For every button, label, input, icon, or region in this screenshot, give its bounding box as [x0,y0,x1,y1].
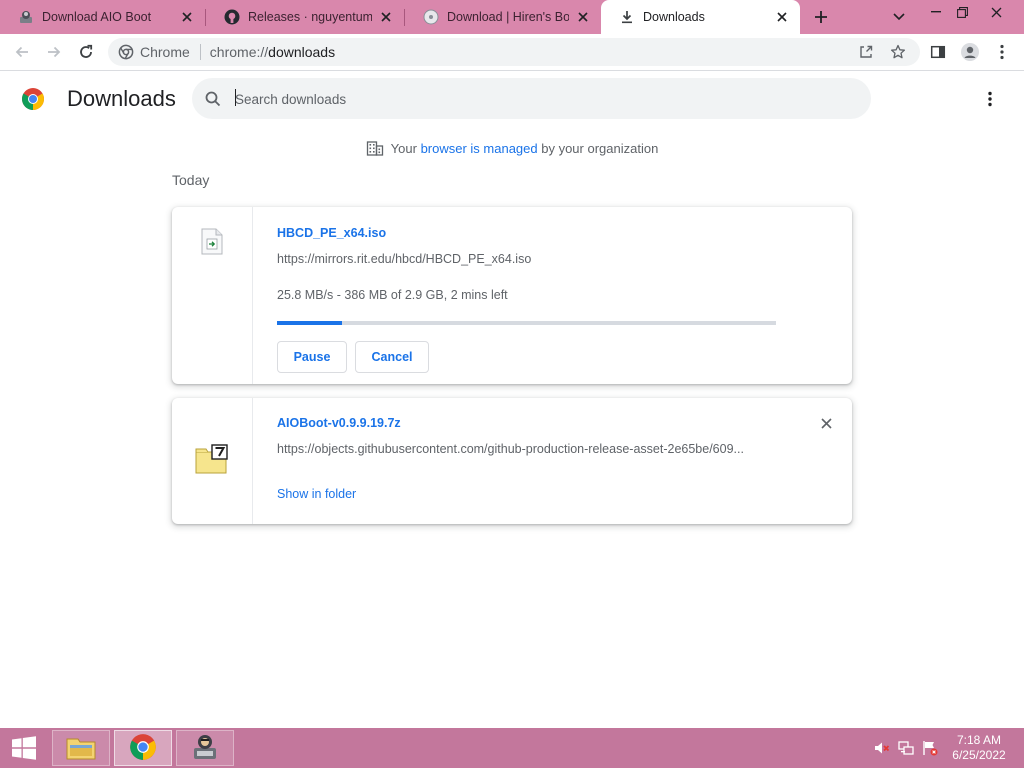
star-icon[interactable] [890,44,906,60]
clock-time: 7:18 AM [956,733,1002,747]
more-actions-icon[interactable] [980,87,1000,111]
file-name-link[interactable]: AIOBoot-v0.9.9.19.7z [277,416,401,430]
chrome-page-icon [118,44,134,60]
close-window-button[interactable] [980,0,1012,24]
7z-archive-icon [195,444,229,477]
search-icon [204,90,222,108]
taskbar-aioboot[interactable] [176,730,234,766]
text-cursor [235,89,236,106]
download-icon [619,9,635,25]
show-in-folder-link[interactable]: Show in folder [277,487,356,501]
action-center-flag-icon[interactable] [922,740,938,756]
start-button[interactable] [0,728,48,768]
browser-toolbar: Chrome chrome://downloads [0,34,1024,71]
reload-button[interactable] [72,38,100,66]
download-status: 25.8 MB/s - 386 MB of 2.9 GB, 2 mins lef… [277,288,508,302]
taskbar-file-explorer[interactable] [52,730,110,766]
pause-button[interactable]: Pause [277,341,347,373]
managed-notice: Your browser is managed by your organiza… [0,139,1024,159]
download-item: HBCD_PE_x64.iso https://mirrors.rit.edu/… [172,207,852,384]
tab-hirens-boot[interactable]: Download | Hiren's Boot [405,0,601,34]
file-icon-column [172,207,253,384]
url-scheme: chrome:// [209,44,269,60]
download-item: AIOBoot-v0.9.9.19.7z https://objects.git… [172,398,852,524]
tab-title: Downloads [643,10,705,24]
progress-bar [277,321,776,325]
date-heading: Today [172,172,210,188]
taskbar-chrome[interactable] [114,730,172,766]
progress-fill [277,321,342,325]
close-icon[interactable] [378,9,394,25]
tab-title: Download AIO Boot [42,10,152,24]
chrome-icon [129,733,157,764]
page-title: Downloads [67,86,176,111]
system-clock[interactable]: 7:18 AM 6/25/2022 [946,733,1012,763]
back-button[interactable] [8,38,36,66]
cancel-button[interactable]: Cancel [355,341,429,373]
restore-button[interactable] [946,0,978,24]
building-icon [366,139,384,157]
new-tab-button[interactable] [808,5,834,29]
side-panel-icon[interactable] [924,38,952,66]
close-icon[interactable] [179,9,195,25]
forward-button[interactable] [40,38,68,66]
source-url: https://mirrors.rit.edu/hbcd/HBCD_PE_x64… [277,252,532,266]
tab-title: Releases · nguyentumine [248,10,372,24]
address-bar[interactable]: Chrome chrome://downloads [108,38,920,66]
site-label: Chrome [140,44,190,60]
tab-download-aio-boot[interactable]: Download AIO Boot [0,0,205,34]
volume-muted-icon[interactable] [874,740,890,756]
tab-downloads[interactable]: Downloads [601,0,800,34]
disc-icon [423,9,439,25]
github-icon [224,9,240,25]
folder-icon [66,734,96,763]
clock-date: 6/25/2022 [952,748,1006,762]
taskbar: 7:18 AM 6/25/2022 [0,728,1024,768]
divider [199,44,201,60]
chrome-logo-icon [21,87,45,111]
tab-releases[interactable]: Releases · nguyentumine [206,0,404,34]
tab-title: Download | Hiren's Boot [447,10,569,24]
managed-link[interactable]: browser is managed [421,141,538,156]
downloads-header: Downloads [0,71,1024,127]
tab-strip: Download AIO Boot Releases · nguyentumin… [0,0,1024,34]
browser-menu-icon[interactable] [988,38,1016,66]
source-url: https://objects.githubusercontent.com/gi… [277,442,744,456]
share-icon[interactable] [858,44,874,60]
iso-file-icon [201,228,223,258]
file-name-link[interactable]: HBCD_PE_x64.iso [277,226,386,240]
aioboot-icon [190,732,220,765]
aioboot-icon [18,9,34,25]
file-icon-column [172,398,253,524]
search-input[interactable] [235,88,835,110]
search-box[interactable] [192,78,871,119]
remove-from-list-icon[interactable] [816,413,836,433]
network-icon[interactable] [898,740,914,756]
managed-text-suffix: by your organization [537,140,659,156]
chevron-down-icon[interactable] [888,7,910,27]
profile-avatar[interactable] [956,38,984,66]
managed-text-prefix: Your [390,140,421,156]
close-icon[interactable] [575,9,591,25]
close-icon[interactable] [774,9,790,25]
url-host: downloads [268,44,336,60]
